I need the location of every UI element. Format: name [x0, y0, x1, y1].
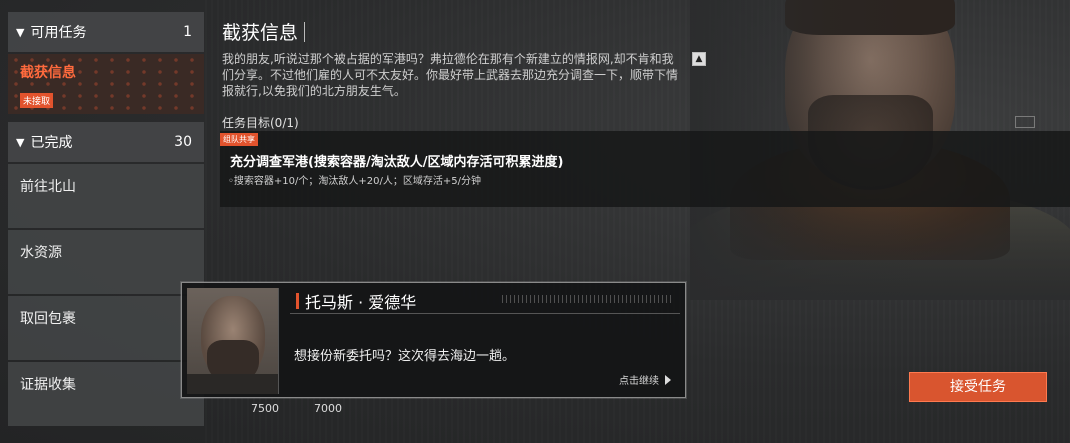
sidebar-item-label: 证据收集: [20, 377, 76, 393]
speaker-avatar: [187, 288, 279, 394]
sidebar-item-label: 取回包裹: [20, 311, 76, 327]
reward-value-right: 7000: [314, 402, 342, 415]
completed-tasks-header[interactable]: ▼ 已完成 30: [8, 122, 204, 162]
available-tasks-header[interactable]: ▼ 可用任务 1: [8, 12, 204, 52]
sidebar-item-label: 截获信息: [20, 65, 76, 81]
sidebar-item-label: 水资源: [20, 245, 62, 261]
team-share-tag: 组队共享: [220, 133, 258, 146]
divider: [290, 313, 680, 314]
available-tasks-label: 可用任务: [30, 25, 87, 41]
npc-dialog[interactable]: 托马斯 · 爱德华 想接份新委托吗？这次得去海边一趟。 点击继续: [181, 282, 686, 398]
triangle-down-icon: ▼: [16, 25, 25, 39]
sidebar-item-north-mountain[interactable]: 前往北山: [8, 164, 204, 228]
sidebar-item-evidence[interactable]: 证据收集: [8, 362, 204, 426]
speaker-name: 托马斯 · 爱德华: [296, 289, 416, 313]
task-detail: 截获信息 我的朋友,听说过那个被占据的军港吗？弗拉德伦在那有个新建立的情报网,却…: [220, 18, 1070, 207]
available-tasks-count: 1: [183, 24, 192, 40]
completed-tasks-count: 30: [174, 134, 192, 150]
objective-detail: ◦搜索容器+10/个；淘汰敌人+20/人；区域存活+5/分钟: [228, 176, 481, 187]
accept-task-button[interactable]: 接受任务: [909, 372, 1047, 402]
sidebar-item-intercept[interactable]: 截获信息 未接取: [8, 54, 204, 114]
objective-header: 任务目标(0/1): [222, 116, 299, 130]
dialog-text: 想接份新委托吗？这次得去海边一趟。: [294, 349, 516, 364]
decor-lines: [502, 295, 672, 303]
reward-value-left: 7500: [251, 402, 279, 415]
sidebar-item-package[interactable]: 取回包裹: [8, 296, 204, 360]
task-sidebar: ▼ 可用任务 1 截获信息 未接取 ▼ 已完成 30 前往北山 水资源 取回包裹…: [8, 12, 204, 426]
corner-icon: [1015, 116, 1035, 128]
sidebar-item-water[interactable]: 水资源: [8, 230, 204, 294]
chevron-up-icon[interactable]: ▲: [692, 52, 706, 66]
triangle-down-icon: ▼: [16, 135, 25, 149]
continue-label: 点击继续: [619, 376, 659, 387]
status-badge: 未接取: [20, 93, 54, 108]
objective-main: 充分调查军港(搜索容器/淘汰敌人/区域内存活可积累进度): [230, 155, 564, 170]
objective-box: 组队共享 充分调查军港(搜索容器/淘汰敌人/区域内存活可积累进度) ◦搜索容器+…: [220, 131, 1070, 207]
completed-tasks-label: 已完成: [30, 135, 73, 151]
play-icon: [665, 374, 671, 385]
task-title: 截获信息: [222, 22, 299, 44]
task-description[interactable]: 我的朋友,听说过那个被占据的军港吗？弗拉德伦在那有个新建立的情报网,却不肯和我们…: [222, 51, 684, 97]
page-title: 截获信息: [222, 18, 712, 45]
continue-button[interactable]: 点击继续: [619, 372, 671, 387]
speaker-name-text: 托马斯 · 爱德华: [305, 293, 417, 312]
sidebar-item-label: 前往北山: [20, 179, 76, 195]
